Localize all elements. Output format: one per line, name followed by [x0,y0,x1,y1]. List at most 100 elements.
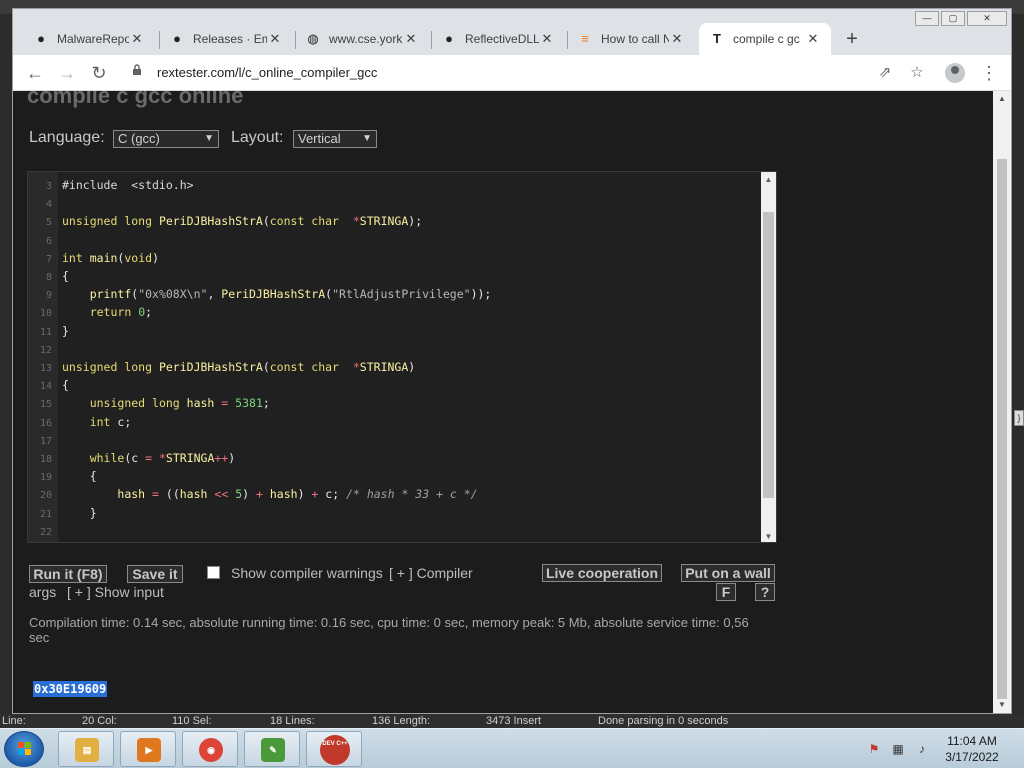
code-line[interactable]: 21 } [28,504,762,522]
tab-compile-c-gcc[interactable]: T compile c gc ✕ [699,23,831,55]
network-icon[interactable]: ▦ [890,741,906,757]
code-text[interactable]: return 0; [62,305,152,319]
scroll-up-icon[interactable]: ▲ [761,172,776,187]
start-button[interactable] [4,731,44,767]
layout-select[interactable]: Vertical ▼ [293,130,377,148]
code-line[interactable]: 9 printf("0x%08X\n", PeriDJBHashStrA("Rt… [28,285,762,303]
save-button[interactable]: Save it [127,565,183,583]
tab-close-icon[interactable]: ✕ [267,31,283,47]
scroll-down-icon[interactable]: ▼ [993,697,1011,713]
taskbar-notepad[interactable]: ✎ [244,731,300,767]
tab-close-icon[interactable]: ✕ [129,31,145,47]
bookmark-star-icon[interactable]: ☆ [905,61,929,85]
code-line[interactable]: 14{ [28,376,762,394]
code-text[interactable]: } [62,506,97,520]
new-tab-button[interactable]: + [839,27,865,53]
code-line[interactable]: 18 while(c = *STRINGA++) [28,449,762,467]
tab-close-icon[interactable]: ✕ [539,31,555,47]
code-line[interactable]: 12 [28,340,762,358]
code-line[interactable]: 13 unsigned long PeriDJBHashStrA(const ch… [28,358,762,376]
volume-icon[interactable]: ♪ [914,741,930,757]
github-icon: ● [173,31,181,46]
compiler-args-suffix[interactable]: args [29,584,56,600]
code-text[interactable]: unsigned long PeriDJBHashStrA(const char… [62,360,415,374]
code-text[interactable]: } [62,324,69,338]
tab-reflectivedll[interactable]: ● ReflectiveDLL ✕ [431,23,565,55]
show-warnings-label[interactable]: Show compiler warnings [231,565,383,581]
compiler-args-toggle[interactable]: [ + ] Compiler [389,565,473,581]
code-text[interactable]: printf("0x%08X\n", PeriDJBHashStrA("RtlA… [62,287,492,301]
code-text[interactable]: int c; [62,415,132,429]
page-scroll-thumb[interactable] [997,159,1007,699]
editor-scrollbar[interactable]: ▲ ▼ [761,172,776,542]
tab-malwarerepo[interactable]: ● MalwareRepo ✕ [23,23,155,55]
code-line[interactable]: 3 #include <stdio.h> [28,176,762,194]
put-on-wall-button[interactable]: Put on a wall [681,564,775,582]
code-text[interactable]: unsigned long PeriDJBHashStrA(const char… [62,214,422,228]
maximize-button[interactable]: ▢ [941,11,965,26]
program-output[interactable]: 0x30E19609 [33,681,108,697]
run-button[interactable]: Run it (F8) [29,565,107,583]
code-line[interactable]: 11} [28,322,762,340]
address-bar[interactable]: rextester.com/l/c_online_compiler_gcc [123,59,923,87]
code-text[interactable]: int main(void) [62,251,159,265]
background-ide-right-edge: } [1012,14,1024,714]
code-line[interactable]: 16 int c; [28,413,762,431]
editor-scroll-thumb[interactable] [763,212,774,498]
code-line[interactable]: 20 hash = ((hash << 5) + hash) + c; /* h… [28,485,762,503]
tab-close-icon[interactable]: ✕ [669,31,685,47]
fullscreen-button[interactable]: F [716,583,736,601]
status-length: 136 Length: [372,715,431,727]
tab-releases[interactable]: ● Releases · Em ✕ [159,23,293,55]
back-button[interactable]: ← [23,61,47,85]
code-line[interactable]: 15 unsigned long hash = 5381; [28,394,762,412]
tab-cse-york[interactable]: ◍ www.cse.york ✕ [295,23,429,55]
code-text[interactable]: { [62,269,69,283]
forward-button[interactable]: → [55,61,79,85]
chrome-menu-icon[interactable]: ⋮ [977,61,1001,85]
code-line[interactable]: 7 int main(void) [28,249,762,267]
system-clock[interactable]: 11:04 AM 3/17/2022 [930,733,1014,765]
code-text[interactable]: while(c = *STRINGA++) [62,451,235,465]
page-scrollbar[interactable]: ▲ ▼ [993,91,1011,713]
taskbar-media-player[interactable]: ▶ [120,731,176,767]
tab-close-icon[interactable]: ✕ [403,31,419,47]
reload-button[interactable]: ↻ [87,61,111,85]
show-warnings-checkbox[interactable] [207,566,220,579]
close-window-button[interactable]: ✕ [967,11,1007,26]
url-text[interactable]: rextester.com/l/c_online_compiler_gcc [157,59,377,87]
code-text[interactable]: hash = ((hash << 5) + hash) + c; /* hash… [62,487,477,501]
tab-how-to-call[interactable]: ≡ How to call N ✕ [567,23,695,55]
taskbar-devcpp[interactable]: DEV C++ [306,731,362,767]
code-line[interactable]: 6 [28,231,762,249]
share-icon[interactable]: ⇗ [873,61,897,85]
scroll-down-icon[interactable]: ▼ [761,529,776,542]
code-text[interactable]: { [62,378,69,392]
scroll-up-icon[interactable]: ▲ [993,91,1011,107]
help-button[interactable]: ? [755,583,775,601]
code-line[interactable]: 8{ [28,267,762,285]
notepad-icon: ✎ [261,738,285,762]
code-line[interactable]: 19 { [28,467,762,485]
code-editor[interactable]: 3 #include <stdio.h> 4 5 unsigned long PeriD… [27,171,777,543]
code-line[interactable]: 5 unsigned long PeriDJBHashStrA(const cha… [28,212,762,230]
lock-icon[interactable] [129,64,145,80]
code-text[interactable]: { [62,469,97,483]
code-line[interactable]: 22 [28,522,762,540]
tab-close-icon[interactable]: ✕ [805,31,821,47]
show-input-toggle[interactable]: [ + ] Show input [67,584,164,600]
taskbar-explorer[interactable]: ▤ [58,731,114,767]
taskbar-chrome[interactable]: ◉ [182,731,238,767]
action-center-flag-icon[interactable]: ⚑ [866,741,882,757]
minimize-button[interactable]: — [915,11,939,26]
stackoverflow-icon: ≡ [581,31,589,46]
live-cooperation-button[interactable]: Live cooperation [542,564,662,582]
code-line[interactable]: 10 return 0; [28,303,762,321]
code-line[interactable]: 4 [28,194,762,212]
code-line[interactable]: 17 [28,431,762,449]
code-text[interactable]: unsigned long hash = 5381; [62,396,270,410]
page-content: compile c gcc online Language: C (gcc) ▼… [13,91,993,713]
language-select[interactable]: C (gcc) ▼ [113,130,219,148]
profile-avatar[interactable] [945,63,965,83]
code-text[interactable]: #include <stdio.h> [62,178,194,192]
